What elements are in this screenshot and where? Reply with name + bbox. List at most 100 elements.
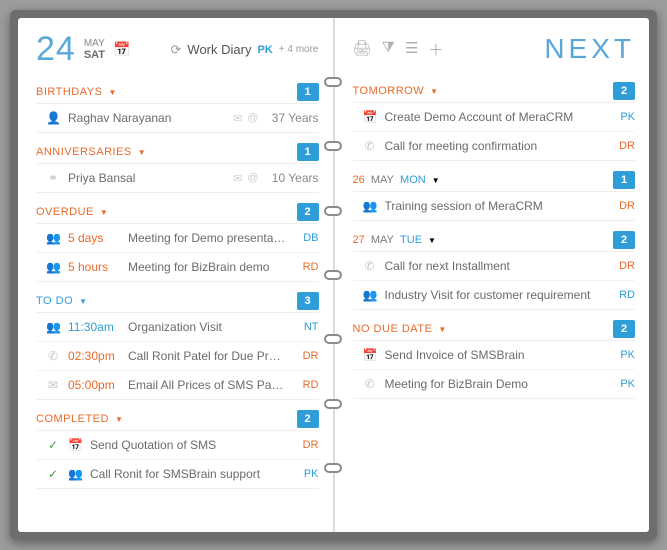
refresh-icon[interactable]: ⟳ <box>171 42 182 58</box>
section-title: NO DUE DATE <box>353 323 433 335</box>
list-item[interactable]: 👥Industry Visit for customer requirement… <box>353 281 636 310</box>
list-item[interactable]: ✆Call for next InstallmentDR <box>353 252 636 281</box>
count-badge: 2 <box>613 82 635 100</box>
chevron-down-icon: ▼ <box>428 236 436 245</box>
count-badge: 2 <box>297 203 319 221</box>
list-item[interactable]: 👤Raghav Narayanan✉@37 Years <box>36 104 319 133</box>
page-next: 🖨 ⧩ ☰ ＋ NEXT TOMORROW▼2📅Create Demo Acco… <box>334 18 650 532</box>
item-desc: Create Demo Account of MeraCRM <box>385 110 604 124</box>
calendar-icon[interactable]: 📅 <box>113 41 130 58</box>
section-title: TO DO <box>36 295 73 307</box>
person-icon: 👤 <box>46 111 60 125</box>
people-icon: 👥 <box>46 231 60 245</box>
initials: DR <box>295 350 319 362</box>
section-header[interactable]: 26 MAY MON ▼ 1 <box>353 167 636 192</box>
print-icon[interactable]: 🖨 <box>353 39 372 60</box>
count-badge: 3 <box>297 292 319 310</box>
count-badge: 1 <box>613 171 635 189</box>
count-badge: 2 <box>613 231 635 249</box>
section-header[interactable]: BIRTHDAYS▼1 <box>36 79 319 104</box>
chevron-down-icon: ▼ <box>438 325 446 334</box>
section: OVERDUE▼2👥5 daysMeeting for Demo present… <box>36 199 319 282</box>
toolbar: 🖨 ⧩ ☰ ＋ <box>353 39 444 60</box>
list-icon[interactable]: ☰ <box>405 39 418 60</box>
initials: RD <box>295 261 319 273</box>
section: BIRTHDAYS▼1👤Raghav Narayanan✉@37 Years <box>36 79 319 133</box>
section-header[interactable]: TOMORROW▼2 <box>353 78 636 103</box>
list-item[interactable]: ⚭Priya Bansal✉@10 Years <box>36 164 319 193</box>
people-icon: 👥 <box>68 467 82 481</box>
time-label: 11:30am <box>68 320 120 334</box>
list-item[interactable]: ✉05:00pmEmail All Prices of SMS PacksRD <box>36 371 319 400</box>
chevron-down-icon: ▼ <box>79 297 87 306</box>
section-title: COMPLETED <box>36 413 109 425</box>
list-item[interactable]: 📅Send Invoice of SMSBrainPK <box>353 341 636 370</box>
list-item[interactable]: ✓📅Send Quotation of SMSDR <box>36 431 319 460</box>
list-item[interactable]: 📅Create Demo Account of MeraCRMPK <box>353 103 636 132</box>
item-desc: Training session of MeraCRM <box>385 199 604 213</box>
list-item[interactable]: ✆ Call for meeting confirmation DR <box>353 132 636 161</box>
mail-icon[interactable]: ✉ <box>233 112 242 125</box>
section-header[interactable]: COMPLETED▼2 <box>36 406 319 431</box>
at-icon[interactable]: @ <box>247 112 258 125</box>
at-icon[interactable]: @ <box>247 172 258 185</box>
section: 26 MAY MON ▼ 1 👥Training session of MeraCRM… <box>353 167 636 221</box>
time-label: 05:00pm <box>68 378 120 392</box>
section: 27 MAY TUE▼2✆Call for next InstallmentDR… <box>353 227 636 310</box>
section-date: 27 MAY TUE <box>353 234 423 246</box>
contact-icons[interactable]: ✉@ <box>233 112 258 125</box>
chevron-down-icon: ▼ <box>138 148 146 157</box>
list-item[interactable]: ✆Meeting for BizBrain DemoPK <box>353 370 636 399</box>
filter-icon[interactable]: ⧩ <box>382 39 395 60</box>
section-header[interactable]: 27 MAY TUE ▼ 2 <box>353 227 636 252</box>
item-desc: Organization Visit <box>128 320 287 334</box>
chevron-down-icon: ▼ <box>432 176 440 185</box>
item-desc: Meeting for BizBrain Demo <box>385 377 604 391</box>
item-desc: Call for next Installment <box>385 259 604 273</box>
page-today: 24 MAY SAT 📅 ⟳ Work Diary PK + 4 more BI… <box>18 18 334 532</box>
initials: PK <box>611 111 635 123</box>
contact-icons[interactable]: ✉@ <box>233 172 258 185</box>
phone-icon: ✆ <box>363 259 377 273</box>
list-item[interactable]: ✓👥Call Ronit for SMSBrain supportPK <box>36 460 319 489</box>
item-desc: Call Ronit Patel for Due Premium <box>128 349 287 363</box>
section: COMPLETED▼2✓📅Send Quotation of SMSDR✓👥Ca… <box>36 406 319 489</box>
initials: PK <box>611 349 635 361</box>
chevron-down-icon: ▼ <box>115 415 123 424</box>
section-header[interactable]: OVERDUE▼2 <box>36 199 319 224</box>
item-desc: Call Ronit for SMSBrain support <box>90 467 287 481</box>
phone-icon: ✆ <box>363 139 377 153</box>
initials: RD <box>295 379 319 391</box>
section-header[interactable]: NO DUE DATE▼2 <box>353 316 636 341</box>
time-label: 5 days <box>68 231 120 245</box>
initials: RD <box>611 289 635 301</box>
section-title: BIRTHDAYS <box>36 86 102 98</box>
owner-tag: PK <box>257 44 272 56</box>
list-item[interactable]: 👥5 daysMeeting for Demo presentationDB <box>36 224 319 253</box>
list-item[interactable]: 👥5 hoursMeeting for BizBrain demoRD <box>36 253 319 282</box>
item-desc: Priya Bansal <box>68 171 225 185</box>
check-icon: ✓ <box>46 467 60 481</box>
next-title: NEXT <box>544 33 635 65</box>
item-desc: Email All Prices of SMS Packs <box>128 378 287 392</box>
add-icon[interactable]: ＋ <box>428 39 443 60</box>
diary-title[interactable]: ⟳ Work Diary PK + 4 more <box>171 42 319 58</box>
list-item[interactable]: 👥11:30amOrganization VisitNT <box>36 313 319 342</box>
time-label: 5 hours <box>68 260 120 274</box>
item-desc: Call for meeting confirmation <box>385 139 604 153</box>
list-item[interactable]: 👥Training session of MeraCRMDR <box>353 192 636 221</box>
mail-icon[interactable]: ✉ <box>233 172 242 185</box>
more-label: + 4 more <box>279 44 319 55</box>
section-title: ANNIVERSARIES <box>36 146 132 158</box>
section: NO DUE DATE▼2📅Send Invoice of SMSBrainPK… <box>353 316 636 399</box>
people-icon: 👥 <box>46 260 60 274</box>
section: TOMORROW▼2📅Create Demo Account of MeraCR… <box>353 78 636 161</box>
phone-icon: ✆ <box>46 349 60 363</box>
month-label: MAY <box>84 38 105 49</box>
section-date: 26 MAY MON <box>353 174 426 186</box>
list-item[interactable]: ✆02:30pmCall Ronit Patel for Due Premium… <box>36 342 319 371</box>
section-header[interactable]: TO DO ▼ 3 <box>36 288 319 313</box>
section-header[interactable]: ANNIVERSARIES▼1 <box>36 139 319 164</box>
years-label: 37 Years <box>267 111 319 125</box>
initials: DR <box>611 140 635 152</box>
